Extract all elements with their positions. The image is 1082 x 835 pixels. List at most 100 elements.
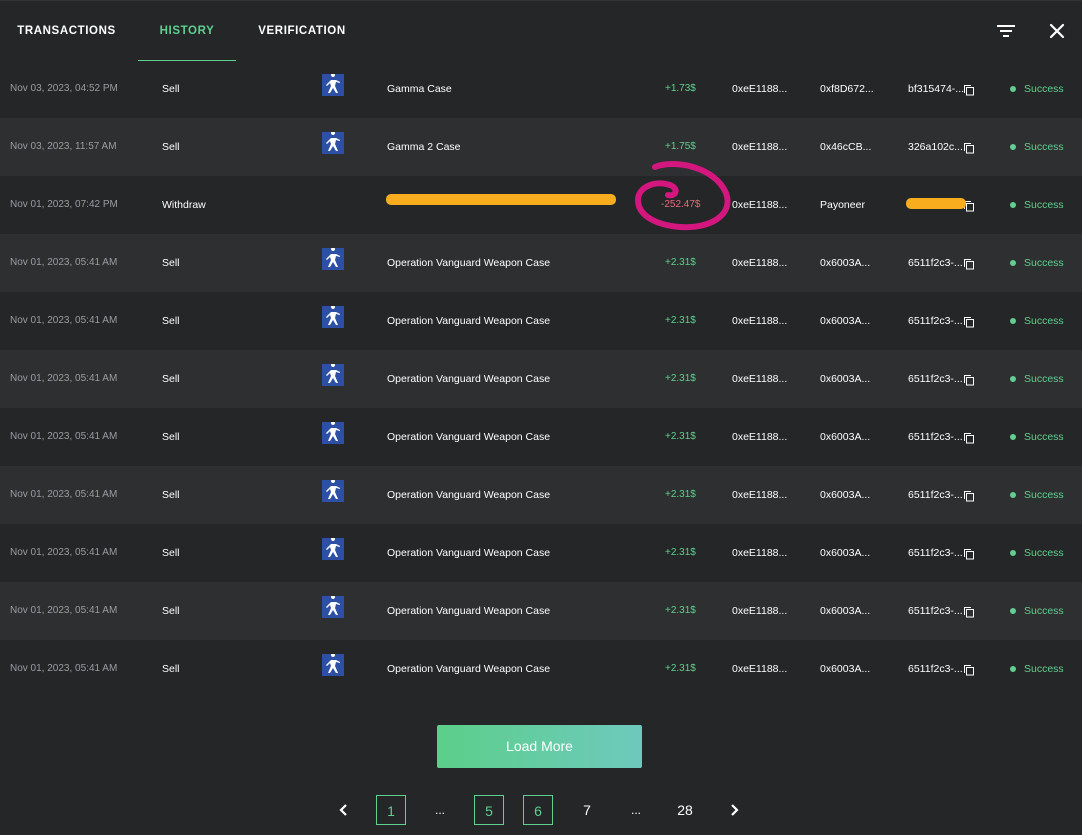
status-dot [1010, 608, 1016, 615]
copy-icon[interactable] [963, 316, 975, 328]
row-type: Sell [162, 315, 180, 327]
table-row: Nov 01, 2023, 05:41 AM Sell Operation Va… [0, 234, 1082, 292]
row-amount: +2.31$ [665, 257, 696, 268]
row-to-address: 0x6003A... [820, 431, 871, 443]
row-from-address: 0xeE1188... [732, 663, 788, 675]
status-badge: Success [1010, 234, 1064, 292]
row-date: Nov 01, 2023, 05:41 AM [10, 315, 118, 326]
status-dot [1010, 144, 1016, 151]
copy-icon[interactable] [963, 84, 975, 96]
cs-game-icon [322, 595, 344, 618]
row-item: Operation Vanguard Weapon Case [387, 373, 551, 385]
copy-icon[interactable] [963, 664, 975, 676]
cs-game-icon [322, 363, 344, 386]
status-badge: Success [1010, 350, 1064, 408]
cs-game-icon [322, 421, 344, 444]
row-amount: +2.31$ [665, 605, 696, 616]
status-badge: Success [1010, 466, 1064, 524]
row-from-address: 0xeE1188... [732, 431, 788, 443]
status-badge: Success [1010, 582, 1064, 640]
copy-icon[interactable] [963, 490, 975, 502]
copy-icon[interactable] [963, 548, 975, 560]
row-tx-id: bf315474-... [908, 83, 965, 95]
row-tx-id: 6511f2c3-... [908, 663, 963, 675]
page-5[interactable]: 5 [474, 795, 504, 825]
status-badge: Success [1010, 640, 1064, 698]
row-from-address: 0xeE1188... [732, 605, 788, 617]
row-from-address: 0xeE1188... [732, 489, 788, 501]
copy-icon[interactable] [963, 432, 975, 444]
copy-icon[interactable] [963, 374, 975, 386]
status-text: Success [1024, 199, 1064, 211]
row-to-address: 0x46cCB... [820, 141, 872, 153]
status-text: Success [1024, 315, 1064, 327]
row-from-address: 0xeE1188... [732, 257, 788, 269]
copy-icon[interactable] [963, 142, 975, 154]
row-type: Sell [162, 547, 180, 559]
row-item: Operation Vanguard Weapon Case [387, 547, 551, 559]
history-table: Nov 03, 2023, 04:52 PM Sell Gamma Case +… [0, 60, 1082, 698]
row-type: Sell [162, 431, 180, 443]
tab-transactions[interactable]: TRANSACTIONS [0, 1, 133, 61]
status-text: Success [1024, 373, 1064, 385]
copy-icon[interactable] [963, 606, 975, 618]
row-type: Sell [162, 83, 180, 95]
row-item: Operation Vanguard Weapon Case [387, 489, 551, 501]
row-tx-id: 6511f2c3-... [908, 373, 963, 385]
row-to-address: 0x6003A... [820, 547, 871, 559]
row-tx-id: 6511f2c3-... [908, 605, 963, 617]
status-dot [1010, 202, 1016, 209]
row-tx-id: 6511f2c3-... [908, 547, 963, 559]
row-amount: +1.73$ [665, 83, 696, 94]
status-badge: Success [1010, 524, 1064, 582]
pagination: 1 ... 5 6 7 ... 28 [0, 795, 1082, 827]
row-date: Nov 01, 2023, 07:42 PM [10, 199, 118, 210]
row-date: Nov 01, 2023, 05:41 AM [10, 547, 118, 558]
prev-page-icon[interactable] [328, 795, 358, 825]
status-text: Success [1024, 547, 1064, 559]
tab-verification[interactable]: VERIFICATION [246, 1, 358, 61]
status-badge: Success [1010, 408, 1064, 466]
cs-game-icon [322, 479, 344, 502]
load-more-button[interactable]: Load More [437, 725, 642, 768]
row-tx-id: 6511f2c3-... [908, 257, 963, 269]
row-date: Nov 01, 2023, 05:41 AM [10, 605, 118, 616]
filter-icon[interactable] [994, 19, 1018, 43]
table-row: Nov 01, 2023, 05:41 AM Sell Operation Va… [0, 582, 1082, 640]
row-to-address: 0x6003A... [820, 257, 871, 269]
table-row: Nov 03, 2023, 04:52 PM Sell Gamma Case +… [0, 60, 1082, 118]
page-1[interactable]: 1 [376, 795, 406, 825]
copy-icon[interactable] [963, 258, 975, 270]
redaction-mark [906, 198, 966, 209]
row-date: Nov 03, 2023, 11:57 AM [10, 141, 117, 152]
redaction-mark [386, 194, 616, 205]
row-item: Operation Vanguard Weapon Case [387, 315, 551, 327]
page-7[interactable]: 7 [572, 795, 602, 825]
row-amount: +2.31$ [665, 547, 696, 558]
cs-game-icon [322, 537, 344, 560]
status-dot [1010, 550, 1016, 557]
row-type: Sell [162, 605, 180, 617]
status-dot [1010, 260, 1016, 267]
row-to-address: 0x6003A... [820, 489, 871, 501]
row-to-address: Payoneer [820, 199, 865, 211]
row-item: Operation Vanguard Weapon Case [387, 257, 551, 269]
close-icon[interactable] [1045, 19, 1069, 43]
row-amount: +2.31$ [665, 663, 696, 674]
status-dot [1010, 318, 1016, 325]
page-28[interactable]: 28 [670, 795, 700, 825]
table-row: Nov 01, 2023, 05:41 AM Sell Operation Va… [0, 350, 1082, 408]
page-ellipsis: ... [630, 803, 641, 817]
row-type: Sell [162, 663, 180, 675]
next-page-icon[interactable] [720, 795, 750, 825]
row-item: Operation Vanguard Weapon Case [387, 605, 551, 617]
status-text: Success [1024, 83, 1064, 95]
status-badge: Success [1010, 118, 1064, 176]
status-dot [1010, 434, 1016, 441]
row-item: Operation Vanguard Weapon Case [387, 431, 551, 443]
table-row: Nov 01, 2023, 05:41 AM Sell Operation Va… [0, 408, 1082, 466]
status-text: Success [1024, 605, 1064, 617]
page-6[interactable]: 6 [523, 795, 553, 825]
row-date: Nov 01, 2023, 05:41 AM [10, 431, 118, 442]
tab-history[interactable]: HISTORY [138, 1, 236, 61]
